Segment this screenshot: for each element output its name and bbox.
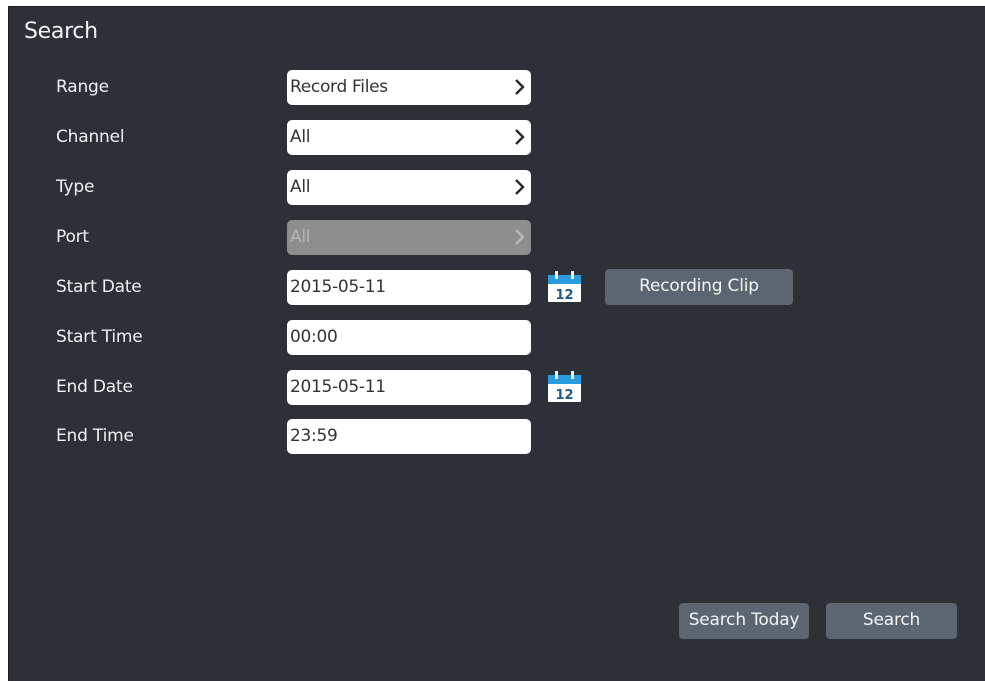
port-value: All bbox=[290, 227, 311, 247]
recording-clip-button[interactable]: Recording Clip bbox=[605, 269, 793, 305]
chevron-right-icon bbox=[515, 229, 525, 245]
start-date-field[interactable]: 2015-05-11 bbox=[287, 270, 531, 305]
svg-text:12: 12 bbox=[555, 288, 573, 303]
range-value: Record Files bbox=[290, 77, 388, 97]
type-value: All bbox=[290, 177, 311, 197]
range-select[interactable]: Record Files bbox=[287, 70, 531, 105]
search-button[interactable]: Search bbox=[826, 603, 957, 639]
range-label: Range bbox=[56, 77, 109, 97]
start-time-value: 00:00 bbox=[290, 327, 338, 347]
calendar-icon[interactable]: 12 bbox=[546, 271, 583, 303]
calendar-icon[interactable]: 12 bbox=[546, 371, 583, 403]
channel-value: All bbox=[290, 127, 311, 147]
type-select[interactable]: All bbox=[287, 170, 531, 205]
port-select: All bbox=[287, 220, 531, 255]
panel-title: Search bbox=[24, 19, 98, 44]
svg-text:12: 12 bbox=[555, 388, 573, 403]
end-time-label: End Time bbox=[56, 426, 134, 446]
chevron-right-icon bbox=[515, 79, 525, 95]
port-label: Port bbox=[56, 227, 89, 247]
end-date-label: End Date bbox=[56, 377, 133, 397]
type-label: Type bbox=[56, 177, 95, 197]
start-time-label: Start Time bbox=[56, 327, 143, 347]
channel-label: Channel bbox=[56, 127, 125, 147]
start-date-label: Start Date bbox=[56, 277, 142, 297]
end-date-value: 2015-05-11 bbox=[290, 377, 386, 397]
end-date-field[interactable]: 2015-05-11 bbox=[287, 370, 531, 405]
search-panel: Search Range Record Files Channel All Ty… bbox=[8, 6, 985, 681]
chevron-right-icon bbox=[515, 179, 525, 195]
channel-select[interactable]: All bbox=[287, 120, 531, 155]
start-date-value: 2015-05-11 bbox=[290, 277, 386, 297]
start-time-field[interactable]: 00:00 bbox=[287, 320, 531, 355]
end-time-value: 23:59 bbox=[290, 426, 338, 446]
end-time-field[interactable]: 23:59 bbox=[287, 419, 531, 454]
search-today-button[interactable]: Search Today bbox=[679, 603, 809, 639]
chevron-right-icon bbox=[515, 129, 525, 145]
